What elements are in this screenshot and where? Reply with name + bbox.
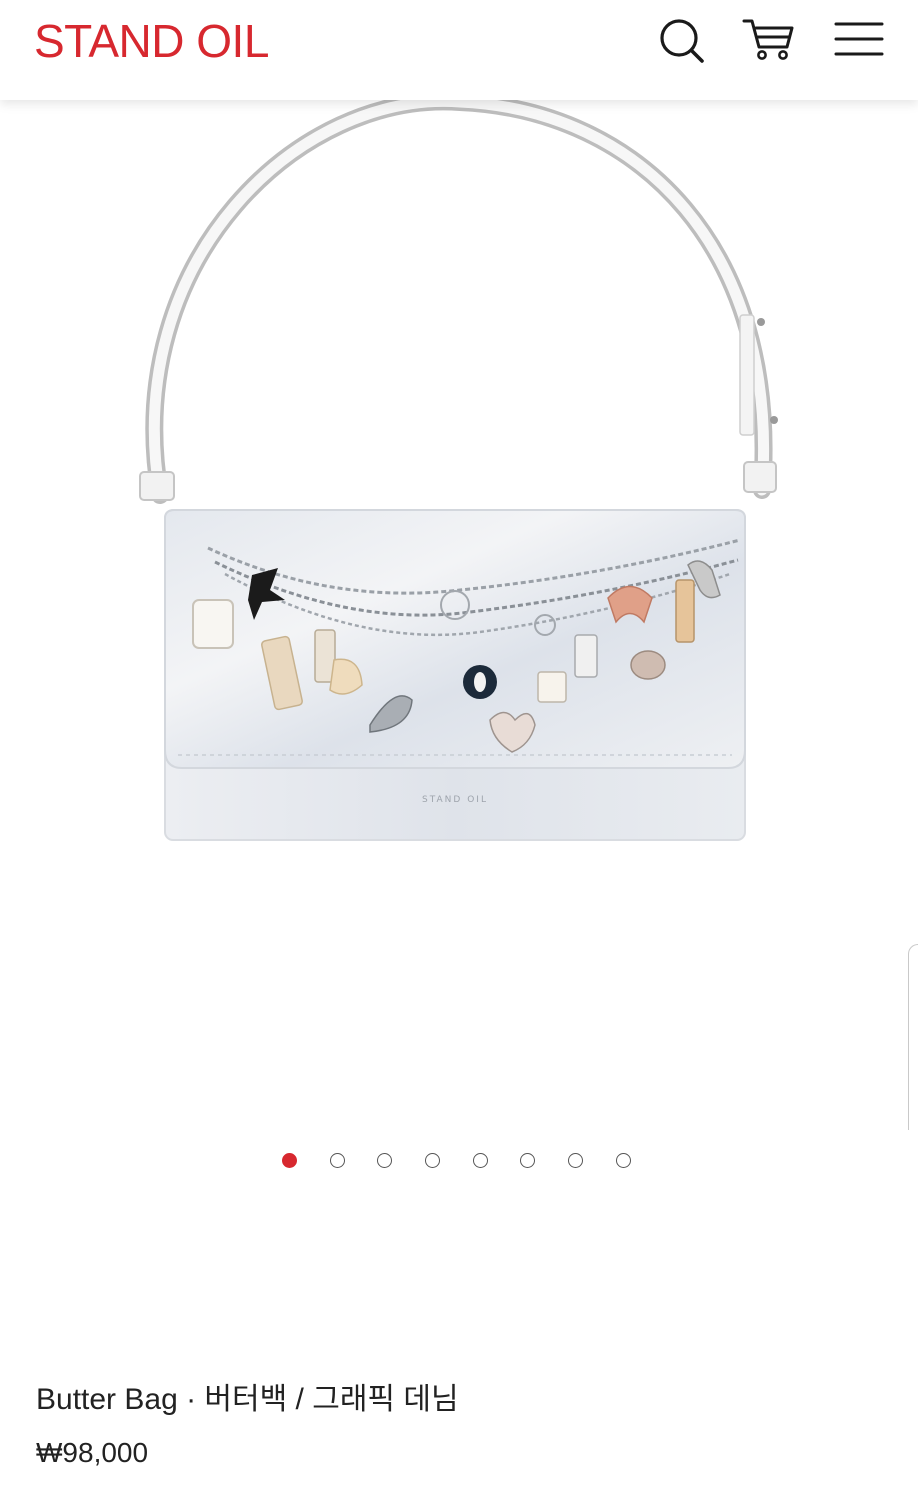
product-page: STAND OIL STAND OIL Butter Bag · 버터백 / 그… [0,0,918,1500]
gallery-pagination [282,1150,631,1170]
pagination-dot-8[interactable] [615,1152,631,1168]
search-button[interactable] [651,10,711,70]
site-header: STAND OIL [0,0,918,100]
product-gallery[interactable]: STAND OIL [0,100,918,1130]
side-drawer-tab[interactable] [908,944,918,1130]
brand-logo[interactable]: STAND OIL [34,14,269,68]
pagination-dot-2[interactable] [329,1152,345,1168]
cart-icon [742,19,794,60]
cart-button[interactable] [738,10,798,70]
svg-text:STAND OIL: STAND OIL [422,795,488,805]
pagination-dot-7[interactable] [568,1152,584,1168]
menu-icon [834,22,884,56]
search-icon [660,19,704,63]
pagination-dot-3[interactable] [377,1152,393,1168]
product-name: Butter Bag · 버터백 / 그래픽 데님 [36,1383,459,1416]
pagination-dot-4[interactable] [425,1152,441,1168]
pagination-dot-6[interactable] [520,1152,536,1168]
menu-button[interactable] [828,10,888,70]
product-price: ₩98,000 [36,1437,149,1468]
pagination-dot-1[interactable] [282,1152,297,1168]
product-image[interactable]: STAND OIL [0,100,918,1130]
pagination-dot-5[interactable] [472,1152,488,1168]
